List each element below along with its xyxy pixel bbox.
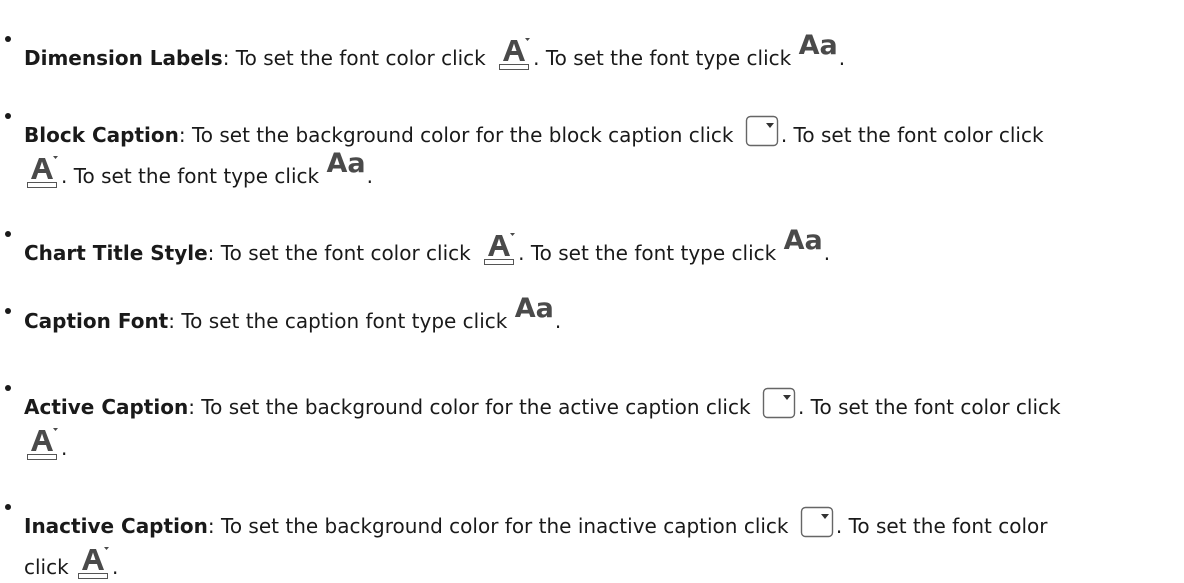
term-label: Inactive Caption xyxy=(24,514,208,538)
text-line: Dimension Labels: To set the font color … xyxy=(24,32,846,73)
bullet xyxy=(5,231,11,237)
text-line: Caption Font: To set the caption font ty… xyxy=(24,295,562,334)
bullet xyxy=(5,113,11,119)
font-type-icon[interactable]: Aa xyxy=(784,227,823,254)
text-segment: To set the background color for the inac… xyxy=(214,514,795,538)
text-segment: . xyxy=(823,241,831,265)
text-line: click . xyxy=(24,544,118,582)
bullet xyxy=(5,308,11,314)
font-type-icon[interactable]: Aa xyxy=(515,295,554,322)
term-label: Caption Font xyxy=(24,309,169,333)
bullet xyxy=(5,504,11,510)
background-color-icon[interactable] xyxy=(744,112,780,150)
text-segment: . xyxy=(366,164,373,188)
bullet xyxy=(5,36,11,42)
text-segment: . To set the font color click xyxy=(780,123,1044,147)
font-color-icon[interactable] xyxy=(75,544,111,582)
text-line: Chart Title Style: To set the font color… xyxy=(24,227,831,268)
term-label: Chart Title Style xyxy=(24,241,208,265)
text-segment: . To set the font type click xyxy=(61,164,326,188)
term-label: Dimension Labels xyxy=(24,46,223,70)
text-line: . xyxy=(24,425,67,463)
font-type-icon[interactable]: Aa xyxy=(799,32,838,59)
text-segment: To set the background color for the bloc… xyxy=(185,123,740,147)
text-segment: . xyxy=(554,309,562,333)
term-separator: : xyxy=(188,395,195,419)
text-segment: To set the background color for the acti… xyxy=(194,395,757,419)
text-segment: click xyxy=(24,555,76,579)
text-line: . To set the font type click Aa. xyxy=(24,150,373,191)
font-color-icon[interactable] xyxy=(481,230,517,268)
font-type-icon[interactable]: Aa xyxy=(326,150,365,177)
text-segment: . To set the font type click xyxy=(518,241,783,265)
text-line: Inactive Caption: To set the background … xyxy=(24,503,1048,541)
text-segment: . To set the font color xyxy=(835,514,1048,538)
background-color-icon[interactable] xyxy=(761,384,797,422)
text-line: Block Caption: To set the background col… xyxy=(24,112,1044,150)
term-separator: : xyxy=(207,514,215,538)
background-color-icon[interactable] xyxy=(799,503,835,541)
font-color-icon[interactable] xyxy=(496,35,532,73)
font-color-icon[interactable] xyxy=(24,425,60,463)
text-segment: . xyxy=(838,46,846,70)
term-separator: : xyxy=(168,309,175,333)
text-line: Active Caption: To set the background co… xyxy=(24,384,1061,422)
text-segment: . xyxy=(112,555,119,579)
text-segment: . To set the font type click xyxy=(533,46,798,70)
term-label: Block Caption xyxy=(24,123,179,147)
font-color-icon[interactable] xyxy=(24,153,60,191)
term-label: Active Caption xyxy=(24,395,189,419)
text-segment: . To set the font color click xyxy=(797,395,1061,419)
text-segment: To set the caption font type click xyxy=(175,309,514,333)
text-segment: . xyxy=(61,436,68,460)
bullet xyxy=(5,385,11,391)
text-segment: To set the font color click xyxy=(214,241,478,265)
text-segment: To set the font color click xyxy=(229,46,493,70)
term-separator: : xyxy=(178,123,186,147)
